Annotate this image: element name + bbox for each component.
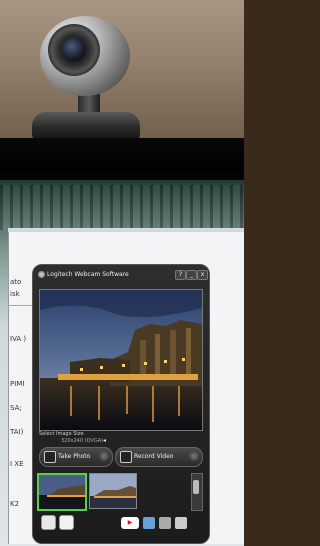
image-size-label: Select Image Size: [39, 431, 84, 437]
take-photo-label: Take Photo: [58, 453, 91, 460]
thumbnail-selected[interactable]: [37, 473, 87, 511]
background-text: K2: [10, 500, 20, 508]
help-button[interactable]: ?: [175, 270, 186, 280]
background-text: ato: [10, 278, 22, 286]
background-text: isk: [10, 290, 20, 298]
thumbnail-scrollbar[interactable]: [191, 473, 203, 511]
background-text: I XE: [10, 460, 24, 468]
thumbnail-image: [90, 474, 136, 508]
take-photo-button[interactable]: Take Photo: [39, 447, 113, 467]
background-text: PIMI: [10, 380, 25, 388]
thumbnail[interactable]: [89, 473, 137, 509]
scrollbar-thumb[interactable]: [193, 480, 199, 494]
background-text: TAI): [10, 428, 24, 436]
background-text: IVA ): [10, 335, 27, 343]
film-strip-icon[interactable]: [59, 515, 74, 530]
background-text: SA;: [10, 404, 22, 412]
capture-button-icon: [99, 451, 109, 461]
thumbnail-image: [39, 475, 85, 509]
close-button[interactable]: x: [197, 270, 208, 280]
logitech-logo-icon: [38, 271, 45, 278]
webcam-software-window: Logitech Webcam Software ? _ x Select Im…: [32, 264, 210, 544]
screen-desktop-stripes: [0, 185, 244, 230]
record-video-button[interactable]: Record Video: [115, 447, 203, 467]
youtube-icon[interactable]: ▶: [121, 517, 139, 529]
image-size-value[interactable]: 320x240 (QVGA): [61, 438, 103, 444]
folder-icon[interactable]: [159, 517, 171, 529]
minimize-button[interactable]: _: [186, 270, 197, 280]
capture-button-icon: [189, 451, 199, 461]
webcam-preview: [39, 289, 203, 431]
photo-scene: ato isk IVA ) PIMI SA; TAI) I XE K2 Logi…: [0, 0, 244, 546]
trash-icon[interactable]: [175, 517, 187, 529]
share-icon[interactable]: [143, 517, 155, 529]
size-dropdown-arrow-icon[interactable]: ◂: [103, 437, 106, 444]
person-icon[interactable]: [41, 515, 56, 530]
preview-image: [40, 290, 202, 430]
video-camera-icon: [120, 451, 132, 463]
camera-icon: [44, 451, 56, 463]
webcam-lens: [62, 38, 86, 62]
record-video-label: Record Video: [134, 453, 174, 460]
thumbnail-strip: [37, 473, 189, 511]
window-title: Logitech Webcam Software: [47, 271, 129, 278]
